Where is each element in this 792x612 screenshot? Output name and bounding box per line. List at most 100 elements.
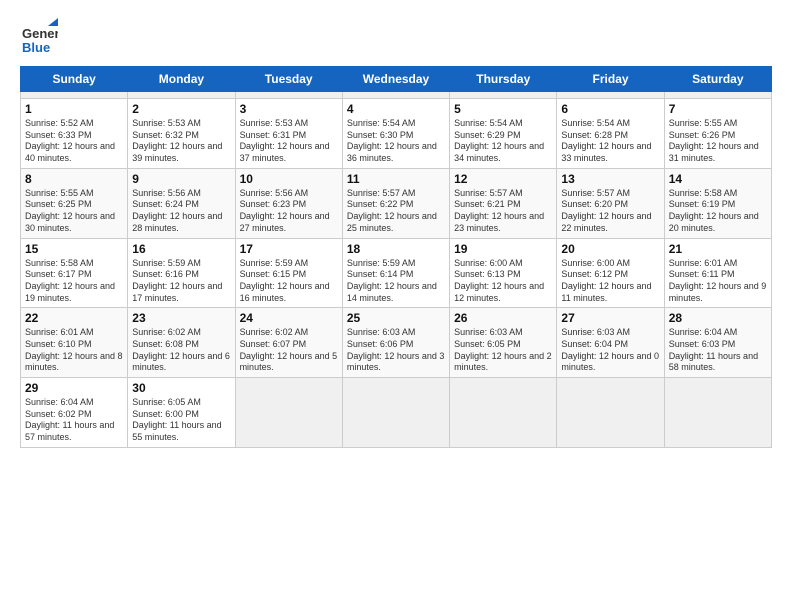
day-content: Sunrise: 6:04 AMSunset: 6:03 PMDaylight:… xyxy=(669,327,767,374)
day-number: 28 xyxy=(669,311,767,325)
day-content: Sunrise: 5:57 AMSunset: 6:21 PMDaylight:… xyxy=(454,188,552,235)
calendar-cell xyxy=(664,92,771,99)
calendar-cell xyxy=(235,92,342,99)
day-number: 8 xyxy=(25,172,123,186)
calendar-cell: 29 Sunrise: 6:04 AMSunset: 6:02 PMDayligh… xyxy=(21,378,128,448)
day-number: 9 xyxy=(132,172,230,186)
day-number: 17 xyxy=(240,242,338,256)
day-number: 23 xyxy=(132,311,230,325)
calendar-cell: 6 Sunrise: 5:54 AMSunset: 6:28 PMDaylight… xyxy=(557,99,664,169)
day-number: 24 xyxy=(240,311,338,325)
day-number: 21 xyxy=(669,242,767,256)
calendar-cell: 19 Sunrise: 6:00 AMSunset: 6:13 PMDayligh… xyxy=(450,238,557,308)
day-number: 19 xyxy=(454,242,552,256)
calendar-cell: 23 Sunrise: 6:02 AMSunset: 6:08 PMDayligh… xyxy=(128,308,235,378)
calendar-cell: 18 Sunrise: 5:59 AMSunset: 6:14 PMDayligh… xyxy=(342,238,449,308)
calendar-cell xyxy=(450,92,557,99)
calendar-cell xyxy=(235,378,342,448)
day-content: Sunrise: 6:04 AMSunset: 6:02 PMDaylight:… xyxy=(25,397,123,444)
day-number: 26 xyxy=(454,311,552,325)
day-number: 6 xyxy=(561,102,659,116)
day-header-thursday: Thursday xyxy=(450,67,557,92)
calendar-cell: 21 Sunrise: 6:01 AMSunset: 6:11 PMDayligh… xyxy=(664,238,771,308)
day-number: 10 xyxy=(240,172,338,186)
day-content: Sunrise: 6:03 AMSunset: 6:05 PMDaylight:… xyxy=(454,327,552,374)
day-content: Sunrise: 5:58 AMSunset: 6:17 PMDaylight:… xyxy=(25,258,123,305)
day-content: Sunrise: 6:01 AMSunset: 6:11 PMDaylight:… xyxy=(669,258,767,305)
svg-text:General: General xyxy=(22,26,58,41)
day-header-tuesday: Tuesday xyxy=(235,67,342,92)
day-content: Sunrise: 5:56 AMSunset: 6:23 PMDaylight:… xyxy=(240,188,338,235)
day-number: 13 xyxy=(561,172,659,186)
calendar-cell: 30 Sunrise: 6:05 AMSunset: 6:00 PMDayligh… xyxy=(128,378,235,448)
day-header-sunday: Sunday xyxy=(21,67,128,92)
day-content: Sunrise: 5:54 AMSunset: 6:29 PMDaylight:… xyxy=(454,118,552,165)
calendar-cell: 2 Sunrise: 5:53 AMSunset: 6:32 PMDaylight… xyxy=(128,99,235,169)
calendar-cell: 27 Sunrise: 6:03 AMSunset: 6:04 PMDayligh… xyxy=(557,308,664,378)
calendar-cell xyxy=(342,378,449,448)
day-content: Sunrise: 5:53 AMSunset: 6:31 PMDaylight:… xyxy=(240,118,338,165)
day-header-monday: Monday xyxy=(128,67,235,92)
day-content: Sunrise: 6:02 AMSunset: 6:08 PMDaylight:… xyxy=(132,327,230,374)
day-number: 11 xyxy=(347,172,445,186)
calendar-cell: 13 Sunrise: 5:57 AMSunset: 6:20 PMDayligh… xyxy=(557,168,664,238)
calendar-cell: 4Sunrise: 5:54 AMSunset: 6:30 PMDaylight… xyxy=(342,99,449,169)
day-number: 20 xyxy=(561,242,659,256)
day-content: Sunrise: 5:54 AMSunset: 6:28 PMDaylight:… xyxy=(561,118,659,165)
logo: General Blue xyxy=(20,18,62,56)
day-number: 1 xyxy=(25,102,123,116)
day-number: 3 xyxy=(240,102,338,116)
calendar-cell: 9 Sunrise: 5:56 AMSunset: 6:24 PMDaylight… xyxy=(128,168,235,238)
day-number: 15 xyxy=(25,242,123,256)
calendar-cell: 8 Sunrise: 5:55 AMSunset: 6:25 PMDaylight… xyxy=(21,168,128,238)
calendar-cell: 14Sunrise: 5:58 AMSunset: 6:19 PMDayligh… xyxy=(664,168,771,238)
day-content: Sunrise: 6:03 AMSunset: 6:04 PMDaylight:… xyxy=(561,327,659,374)
day-content: Sunrise: 5:56 AMSunset: 6:24 PMDaylight:… xyxy=(132,188,230,235)
calendar-cell xyxy=(557,92,664,99)
calendar-cell: 15 Sunrise: 5:58 AMSunset: 6:17 PMDayligh… xyxy=(21,238,128,308)
calendar-cell: 1 Sunrise: 5:52 AMSunset: 6:33 PMDaylight… xyxy=(21,99,128,169)
calendar-cell xyxy=(557,378,664,448)
day-content: Sunrise: 5:58 AMSunset: 6:19 PMDaylight:… xyxy=(669,188,767,235)
calendar-cell: 26 Sunrise: 6:03 AMSunset: 6:05 PMDayligh… xyxy=(450,308,557,378)
calendar-cell: 17 Sunrise: 5:59 AMSunset: 6:15 PMDayligh… xyxy=(235,238,342,308)
calendar-cell xyxy=(450,378,557,448)
calendar-cell xyxy=(128,92,235,99)
calendar-cell: 16Sunrise: 5:59 AMSunset: 6:16 PMDayligh… xyxy=(128,238,235,308)
day-content: Sunrise: 6:00 AMSunset: 6:12 PMDaylight:… xyxy=(561,258,659,305)
day-content: Sunrise: 5:59 AMSunset: 6:14 PMDaylight:… xyxy=(347,258,445,305)
calendar-cell xyxy=(21,92,128,99)
day-number: 2 xyxy=(132,102,230,116)
day-content: Sunrise: 5:57 AMSunset: 6:20 PMDaylight:… xyxy=(561,188,659,235)
day-content: Sunrise: 5:59 AMSunset: 6:15 PMDaylight:… xyxy=(240,258,338,305)
day-content: Sunrise: 5:57 AMSunset: 6:22 PMDaylight:… xyxy=(347,188,445,235)
svg-text:Blue: Blue xyxy=(22,40,50,55)
day-content: Sunrise: 5:53 AMSunset: 6:32 PMDaylight:… xyxy=(132,118,230,165)
header-area: General Blue xyxy=(20,18,772,56)
day-content: Sunrise: 5:55 AMSunset: 6:26 PMDaylight:… xyxy=(669,118,767,165)
day-number: 27 xyxy=(561,311,659,325)
day-number: 12 xyxy=(454,172,552,186)
day-content: Sunrise: 5:52 AMSunset: 6:33 PMDaylight:… xyxy=(25,118,123,165)
day-number: 18 xyxy=(347,242,445,256)
day-number: 22 xyxy=(25,311,123,325)
day-header-friday: Friday xyxy=(557,67,664,92)
day-number: 5 xyxy=(454,102,552,116)
day-content: Sunrise: 6:01 AMSunset: 6:10 PMDaylight:… xyxy=(25,327,123,374)
day-content: Sunrise: 6:02 AMSunset: 6:07 PMDaylight:… xyxy=(240,327,338,374)
day-content: Sunrise: 6:05 AMSunset: 6:00 PMDaylight:… xyxy=(132,397,230,444)
day-number: 29 xyxy=(25,381,123,395)
calendar-cell xyxy=(664,378,771,448)
day-content: Sunrise: 5:55 AMSunset: 6:25 PMDaylight:… xyxy=(25,188,123,235)
day-header-wednesday: Wednesday xyxy=(342,67,449,92)
day-header-saturday: Saturday xyxy=(664,67,771,92)
day-number: 4 xyxy=(347,102,445,116)
day-content: Sunrise: 5:59 AMSunset: 6:16 PMDaylight:… xyxy=(132,258,230,305)
day-number: 30 xyxy=(132,381,230,395)
calendar-cell: 25Sunrise: 6:03 AMSunset: 6:06 PMDayligh… xyxy=(342,308,449,378)
day-content: Sunrise: 6:00 AMSunset: 6:13 PMDaylight:… xyxy=(454,258,552,305)
calendar-cell xyxy=(342,92,449,99)
calendar-cell: 12 Sunrise: 5:57 AMSunset: 6:21 PMDayligh… xyxy=(450,168,557,238)
calendar-cell: 20 Sunrise: 6:00 AMSunset: 6:12 PMDayligh… xyxy=(557,238,664,308)
day-number: 7 xyxy=(669,102,767,116)
